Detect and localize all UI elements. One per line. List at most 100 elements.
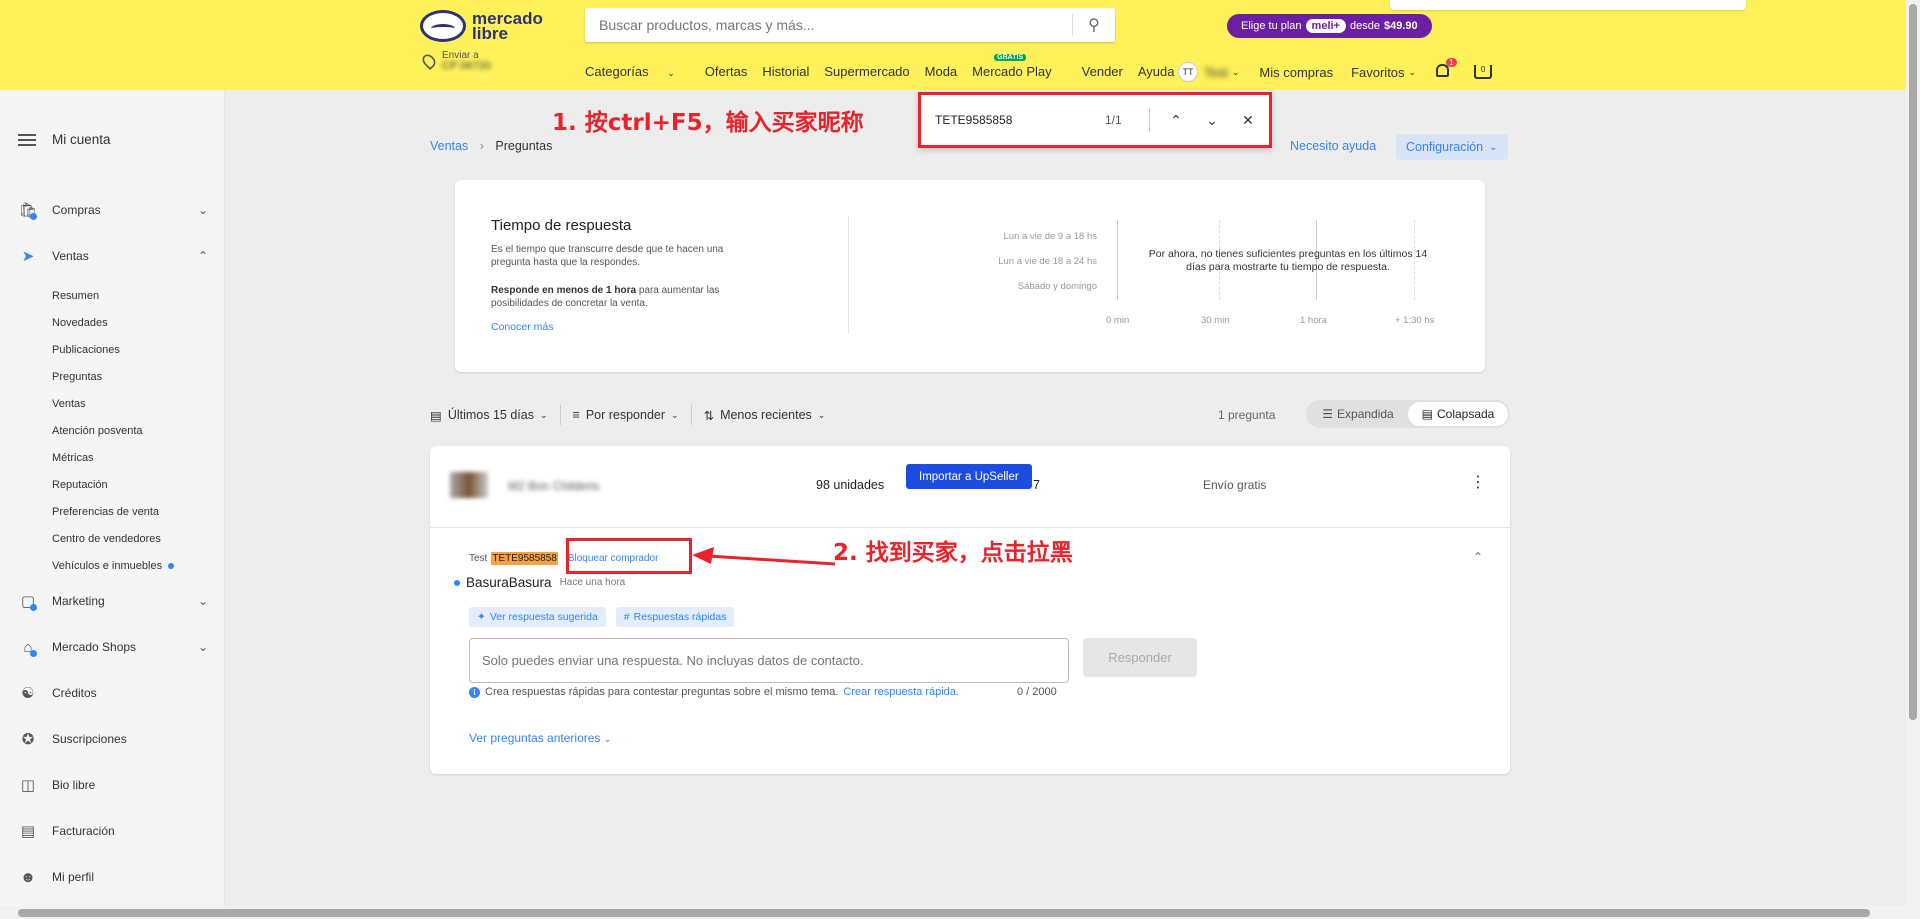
chart-empty-message: Por ahora, no tienes suficientes pregunt…: [1148, 248, 1428, 273]
my-purchases-link[interactable]: Mis compras: [1259, 65, 1333, 80]
suggested-answer-chip[interactable]: ✦ Ver respuesta sugerida: [469, 607, 606, 627]
view-expanded-option[interactable]: ☰ Expandida: [1308, 402, 1408, 426]
nav-supermercado[interactable]: Supermercado: [824, 64, 909, 79]
nav-categorias[interactable]: Categorías ⌄: [585, 64, 690, 79]
sidebar-item-mi-perfil[interactable]: ☻ Mi perfil: [18, 867, 208, 887]
respond-button[interactable]: Responder: [1083, 638, 1197, 677]
vertical-scrollbar[interactable]: [1906, 0, 1920, 919]
meli-plus-promo[interactable]: Elige tu plan meli+ desde $49.90: [1227, 14, 1432, 38]
sidebar-item-suscripciones[interactable]: ✪ Suscripciones: [18, 729, 208, 749]
nav-ofertas[interactable]: Ofertas: [705, 64, 748, 79]
help-link[interactable]: Necesito ayuda: [1290, 139, 1376, 153]
chevron-down-icon: ⌄: [1489, 141, 1498, 153]
char-counter: 0 / 2000: [1017, 686, 1057, 698]
find-next-button[interactable]: ⌄: [1194, 112, 1230, 129]
nav-vender[interactable]: Vender: [1082, 64, 1123, 79]
nav-moda[interactable]: Moda: [925, 64, 958, 79]
response-time-card: Tiempo de respuesta Es el tiempo que tra…: [455, 180, 1485, 372]
search-bar: ⚲: [585, 8, 1115, 42]
logo-text-line2: libre: [472, 24, 508, 43]
sidebar-item-creditos[interactable]: ☯ Créditos: [18, 683, 208, 703]
sidebar-sub-atencion-posventa[interactable]: Atención posventa: [52, 425, 143, 437]
asker-prefix: Test: [469, 553, 488, 564]
answer-input[interactable]: [469, 638, 1069, 683]
chevron-down-icon: ⌄: [817, 409, 826, 420]
sparkle-icon: ✦: [477, 611, 486, 623]
sidebar-item-mercado-shops[interactable]: ⌂ Mercado Shops ⌄: [18, 637, 208, 657]
sidebar-item-facturacion[interactable]: ▤ Facturación: [18, 821, 208, 841]
notifications-bell[interactable]: 1: [1436, 58, 1457, 80]
chevron-down-icon: ⌄: [671, 409, 679, 420]
sidebar-sub-vehiculos[interactable]: Vehículos e inmuebles: [52, 560, 175, 572]
breadcrumb-ventas[interactable]: Ventas: [430, 139, 468, 153]
main-nav: Categorías ⌄ Ofertas Historial Supermerc…: [585, 54, 1190, 79]
sidebar-sub-resumen[interactable]: Resumen: [52, 290, 99, 302]
sidebar-sub-ventas[interactable]: Ventas: [52, 398, 86, 410]
sidebar-sub-centro-vendedores[interactable]: Centro de vendedores: [52, 533, 161, 545]
nav-historial[interactable]: Historial: [762, 64, 809, 79]
notification-dot: [30, 650, 37, 657]
list-icon: ☰: [1322, 407, 1334, 421]
sidebar-item-ventas[interactable]: ➤ Ventas ⌃: [18, 246, 208, 266]
search-button[interactable]: ⚲: [1073, 8, 1115, 42]
create-quick-answer-link[interactable]: Crear respuesta rápida.: [843, 686, 959, 698]
scroll-thumb[interactable]: [1909, 4, 1917, 720]
breadcrumb-current: Preguntas: [495, 139, 553, 153]
sidebar-sub-metricas[interactable]: Métricas: [52, 452, 94, 464]
question-text-row: BasuraBasura Hace una hora: [454, 575, 625, 590]
product-thumbnail[interactable]: [450, 472, 488, 498]
period-filter[interactable]: ▤ Últimos 15 días ⌄: [430, 408, 548, 423]
status-filter[interactable]: ≡ Por responder ⌄: [573, 408, 679, 422]
user-name[interactable]: Test: [1204, 65, 1228, 80]
quick-answers-chip[interactable]: # Respuestas rápidas: [615, 607, 735, 627]
question-card: M2 Bon Childeris 98 unidades Importar a …: [430, 446, 1510, 774]
search-input[interactable]: [585, 8, 1072, 42]
find-previous-button[interactable]: ⌃: [1158, 112, 1194, 129]
mercadolibre-logo[interactable]: mercado libre: [420, 8, 550, 44]
find-query[interactable]: TETE9585858: [935, 113, 1105, 127]
sidebar-sub-reputacion[interactable]: Reputación: [52, 479, 108, 491]
sidebar-header[interactable]: Mi cuenta: [18, 132, 111, 147]
previous-questions-link[interactable]: Ver preguntas anteriores ⌄: [469, 731, 611, 745]
bio-icon: ◫: [20, 777, 36, 794]
horizontal-scrollbar[interactable]: [0, 906, 1906, 919]
gratis-badge: GRATIS: [994, 54, 1027, 61]
sidebar-item-marketing[interactable]: ▢ Marketing ⌄: [18, 591, 208, 611]
sidebar-sub-preguntas[interactable]: Preguntas: [52, 371, 102, 383]
sidebar-sub-novedades[interactable]: Novedades: [52, 317, 108, 329]
configuration-button[interactable]: Configuración ⌄: [1396, 134, 1508, 160]
nav-mercado-play[interactable]: GRATIS Mercado Play: [972, 54, 1066, 79]
chart-row-label: Lun a vie de 18 a 24 hs: [998, 256, 1097, 267]
sidebar-sub-preferencias[interactable]: Preferencias de venta: [52, 506, 159, 518]
tag-icon: ➤: [21, 248, 35, 265]
chevron-right-icon: ›: [479, 139, 484, 153]
sliders-icon: ≡: [572, 408, 580, 422]
more-options-icon[interactable]: ⋮: [1470, 472, 1486, 492]
quick-answer-hint: i Crea respuestas rápidas para contestar…: [469, 686, 959, 698]
response-time-title: Tiempo de respuesta: [491, 217, 632, 234]
favorites-link[interactable]: Favoritos: [1351, 65, 1404, 80]
view-collapsed-option[interactable]: ▤ Colapsada: [1408, 402, 1508, 426]
chevron-down-icon: ⌄: [197, 594, 208, 608]
ship-postal-code: CP 06720: [442, 60, 491, 72]
user-nav: TT Test ⌄ Mis compras Favoritos ⌄ 1 0: [1178, 58, 1493, 82]
import-upseller-button[interactable]: Importar a UpSeller: [906, 464, 1032, 489]
chevron-up-icon[interactable]: ⌃: [1473, 550, 1483, 564]
chevron-down-icon: ⌄: [603, 734, 612, 744]
nav-ayuda[interactable]: Ayuda: [1138, 64, 1175, 79]
product-title[interactable]: M2 Bon Childeris: [508, 479, 599, 493]
sidebar-sub-publicaciones[interactable]: Publicaciones: [52, 344, 120, 356]
order-filter[interactable]: ⇅ Menos recientes ⌄: [704, 408, 826, 423]
sidebar-item-bio-libre[interactable]: ◫ Bio libre: [18, 775, 208, 795]
sidebar-item-compras[interactable]: 🛍 Compras ⌄: [18, 200, 208, 220]
scroll-thumb[interactable]: [18, 909, 1870, 917]
breadcrumb: Ventas › Preguntas: [430, 139, 552, 153]
find-close-button[interactable]: ✕: [1230, 112, 1266, 129]
avatar[interactable]: TT: [1178, 62, 1198, 82]
chart-tick-label: 0 min: [1106, 315, 1130, 326]
ship-to-location[interactable]: Enviar a CP 06720: [419, 50, 491, 72]
search-icon: ⚲: [1088, 17, 1100, 34]
filters-bar: ▤ Últimos 15 días ⌄ ≡ Por responder ⌄ ⇅ …: [430, 405, 825, 425]
cart-icon[interactable]: 0: [1474, 65, 1493, 79]
learn-more-link[interactable]: Conocer más: [491, 321, 553, 333]
